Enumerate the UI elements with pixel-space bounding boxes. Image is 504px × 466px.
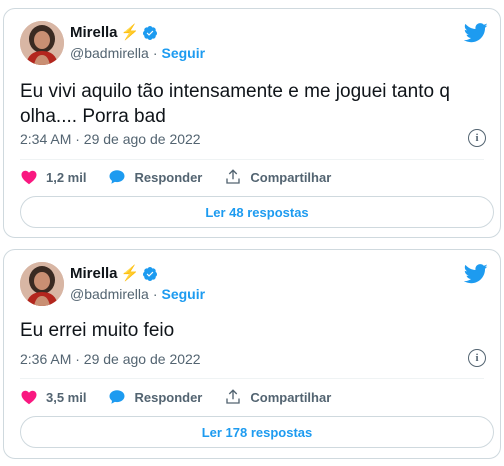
reply-bubble-icon: [109, 170, 125, 184]
bolt-icon: ⚡: [120, 265, 140, 282]
info-icon[interactable]: i: [468, 129, 486, 147]
like-button[interactable]: 3,5 mil: [20, 388, 86, 406]
heart-icon: [21, 390, 37, 405]
tweet-timestamp[interactable]: 2:34 AM · 29 de ago de 2022: [20, 131, 201, 147]
reply-label: Responder: [134, 169, 203, 185]
tweet-text: Eu errei muito feio: [20, 320, 175, 341]
tweet-card: Mirella ⚡ @badmirella · Seguir Eu vivi aqu…: [3, 8, 501, 238]
reply-label: Responder: [134, 389, 203, 405]
author-name[interactable]: Mirella: [70, 24, 118, 41]
share-label: Compartilhar: [250, 389, 332, 405]
info-icon[interactable]: i: [468, 349, 486, 367]
heart-icon: [21, 170, 37, 185]
avatar[interactable]: [20, 21, 64, 65]
follow-button[interactable]: Seguir: [161, 286, 205, 302]
bolt-icon: ⚡: [120, 24, 140, 41]
handle-row: @badmirella · Seguir: [70, 286, 206, 302]
tweet-card: Mirella ⚡ @badmirella · Seguir Eu errei mu…: [3, 249, 501, 459]
divider: [20, 159, 484, 160]
share-label: Compartilhar: [250, 169, 332, 185]
reply-bubble-icon: [109, 390, 125, 404]
share-button[interactable]: Compartilhar: [224, 388, 331, 406]
author-handle[interactable]: @badmirella: [70, 45, 149, 61]
like-count: 1,2 mil: [46, 169, 87, 185]
follow-button[interactable]: Seguir: [161, 45, 205, 61]
verified-badge-icon: [143, 266, 158, 281]
tweet-timestamp[interactable]: 2:36 AM · 29 de ago de 2022: [20, 351, 201, 367]
like-button[interactable]: 1,2 mil: [20, 168, 86, 186]
share-icon: [226, 169, 241, 184]
action-bar: 3,5 mil Responder Compartilhar: [20, 385, 484, 409]
read-replies-button[interactable]: Ler 48 respostas: [20, 196, 494, 228]
divider: [20, 378, 484, 379]
tweet-text: Eu vivi aquilo tão intensamente e me jog…: [20, 81, 450, 127]
author-row: Mirella ⚡: [70, 24, 158, 41]
share-icon: [226, 389, 241, 404]
read-replies-button[interactable]: Ler 178 respostas: [20, 416, 494, 448]
action-bar: 1,2 mil Responder Compartilhar: [20, 165, 484, 189]
verified-badge-icon: [143, 25, 158, 40]
share-button[interactable]: Compartilhar: [224, 168, 331, 186]
avatar[interactable]: [20, 262, 64, 306]
handle-row: @badmirella · Seguir: [70, 45, 206, 61]
author-handle[interactable]: @badmirella: [70, 286, 149, 302]
author-name[interactable]: Mirella: [70, 265, 118, 282]
twitter-bird-icon[interactable]: [464, 23, 488, 43]
author-row: Mirella ⚡: [70, 265, 158, 282]
reply-button[interactable]: Responder: [108, 168, 202, 186]
twitter-bird-icon[interactable]: [464, 264, 488, 284]
like-count: 3,5 mil: [46, 389, 87, 405]
reply-button[interactable]: Responder: [108, 388, 202, 406]
